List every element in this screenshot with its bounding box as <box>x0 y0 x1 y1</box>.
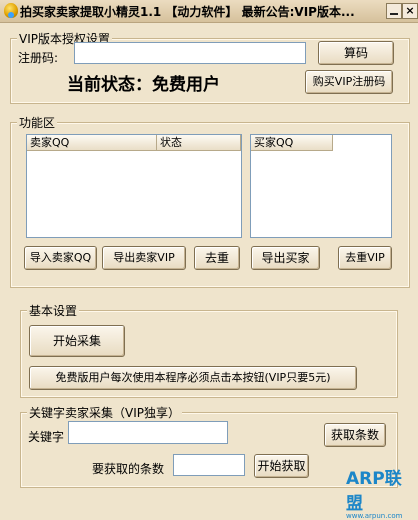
watermark-main-text: ARP联盟 <box>346 469 402 514</box>
function-legend: 功能区 <box>17 114 58 131</box>
export-seller-vip-button[interactable]: 导出卖家VIP <box>102 246 186 270</box>
app-icon <box>4 3 18 18</box>
calc-code-button[interactable]: 算码 <box>318 41 394 65</box>
export-buyer-button[interactable]: 导出买家 <box>251 246 320 270</box>
import-seller-button[interactable]: 导入卖家QQ <box>24 246 97 270</box>
current-status-text: 当前状态：免费用户 <box>67 75 220 95</box>
buyer-list[interactable]: 买家QQ <box>250 134 392 238</box>
buyer-qq-column-header[interactable]: 买家QQ <box>251 135 333 151</box>
free-user-notice-button[interactable]: 免费版用户每次使用本程序必须点击本按钮(VIP只要5元) <box>29 366 357 390</box>
reg-code-input[interactable] <box>74 42 306 64</box>
arp-watermark-logo: ARP联盟 www.arpun.com <box>346 464 418 520</box>
get-count-button[interactable]: 获取条数 <box>324 423 386 447</box>
start-get-button[interactable]: 开始获取 <box>254 454 309 478</box>
count-input[interactable] <box>173 454 245 476</box>
dedupe-vip-button[interactable]: 去重VIP <box>338 246 392 270</box>
count-label: 要获取的条数 <box>92 462 165 476</box>
watermark-url-text: www.arpun.com <box>346 512 403 520</box>
basic-settings-legend: 基本设置 <box>27 302 80 319</box>
keyword-input[interactable] <box>68 421 228 444</box>
minimize-button[interactable] <box>386 3 402 19</box>
seller-qq-column-header[interactable]: 卖家QQ <box>27 135 157 151</box>
buy-vip-button[interactable]: 购买VIP注册码 <box>305 70 393 94</box>
reg-code-label: 注册码: <box>18 51 59 65</box>
window-title: 拍买家卖家提取小精灵1.1 【动力软件】 最新公告:VIP版本... <box>20 5 355 19</box>
seller-list[interactable]: 卖家QQ 状态 <box>26 134 242 238</box>
dedupe-button[interactable]: 去重 <box>194 246 240 270</box>
keyword-legend: 关键字卖家采集（VIP独享） <box>27 404 182 421</box>
status-column-header[interactable]: 状态 <box>157 135 241 151</box>
keyword-label: 关键字 <box>28 430 65 444</box>
title-bar: 拍买家卖家提取小精灵1.1 【动力软件】 最新公告:VIP版本... × <box>0 0 418 23</box>
start-collect-button[interactable]: 开始采集 <box>29 325 125 357</box>
close-button[interactable]: × <box>402 3 418 19</box>
